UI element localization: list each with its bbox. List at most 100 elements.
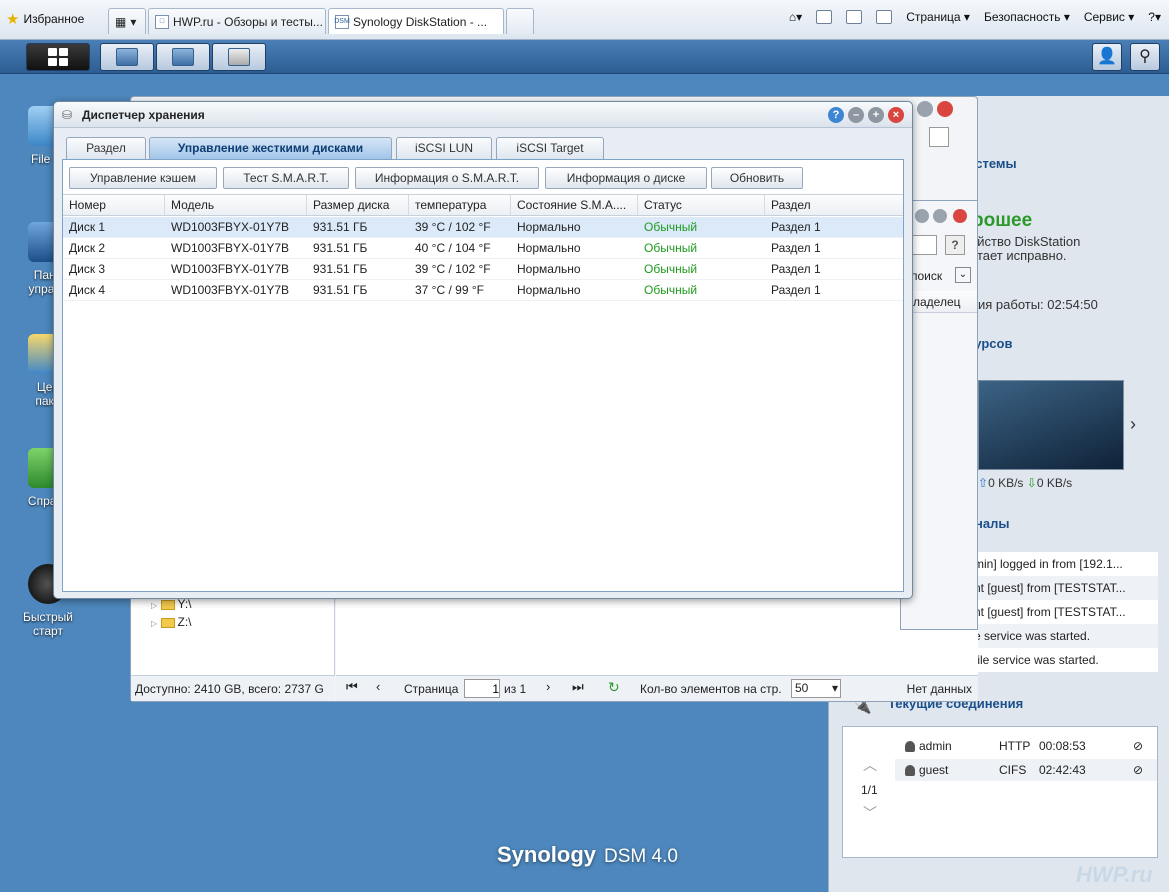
close-icon[interactable] [937, 101, 953, 117]
browser-toolbar: ★ Избранное ▦ ▾ □ HWP.ru - Обзоры и тесты… [0, 0, 1169, 40]
menu-security[interactable]: Безопасность ▾ [984, 10, 1070, 24]
uptime: ия работы: 02:54:50 [978, 297, 1098, 312]
tree-item-z[interactable]: ▷ Z:\ [151, 615, 192, 629]
cell-size: 931.51 ГБ [313, 283, 368, 297]
cell-number: Диск 3 [69, 262, 106, 276]
smart-test-button[interactable]: Тест S.M.A.R.T. [223, 167, 349, 189]
disconnect-icon[interactable]: ⊘ [1133, 759, 1143, 781]
column-header-volume[interactable]: Раздел [765, 195, 903, 216]
disconnect-icon[interactable]: ⊘ [1133, 735, 1143, 757]
taskbar-app-file-station[interactable] [156, 43, 210, 71]
cache-management-button[interactable]: Управление кэшем [69, 167, 217, 189]
connection-row[interactable]: guest CIFS 02:42:43 ⊘ [895, 759, 1157, 781]
help-icon[interactable]: ? [945, 235, 965, 255]
tab-label: Synology DiskStation - ... [353, 14, 488, 29]
cell-smart: Нормально [517, 283, 581, 297]
first-page-icon[interactable]: ⏮ [346, 679, 358, 695]
disk-info-button[interactable]: Информация о диске [545, 167, 707, 189]
disk-table: Номер Модель Размер диска температура Со… [63, 194, 903, 591]
favorites-button[interactable]: ★ Избранное [6, 10, 84, 28]
main-menu-button[interactable] [26, 43, 90, 71]
chevron-right-icon[interactable]: › [1130, 414, 1136, 435]
smart-info-button[interactable]: Информация о S.M.A.R.T. [355, 167, 539, 189]
dsm-favicon-icon: DSM [334, 14, 350, 29]
user-button[interactable]: 👤 [1092, 43, 1122, 71]
chevron-up-icon[interactable]: ︿ [863, 755, 877, 775]
folder-tree: ▷ Y:\ ▷ Z:\ [131, 595, 335, 675]
tab-label: HWP.ru - Обзоры и тесты... [173, 14, 323, 29]
close-icon[interactable]: × [888, 107, 904, 123]
last-page-icon[interactable]: ⏭ [572, 679, 584, 695]
star-icon: ★ [6, 11, 20, 28]
cell-status: Обычный [644, 262, 698, 276]
cell-model: WD1003FBYX-01Y7B [171, 283, 290, 297]
taskbar-app-storage-manager[interactable] [212, 43, 266, 71]
upload-arrow-icon: ⇧ [978, 476, 989, 490]
connections-page: 1/1 [861, 783, 878, 797]
tab-hdd-management[interactable]: Управление жесткими дисками [149, 137, 392, 160]
table-row[interactable]: Диск 1 WD1003FBYX-01Y7B 931.51 ГБ 39 °C / 1… [63, 217, 903, 238]
close-icon[interactable] [953, 209, 967, 223]
page-input[interactable] [464, 679, 500, 698]
column-header-model[interactable]: Модель [165, 195, 307, 216]
storage-status: Доступно: 2410 GB, всего: 2737 G [131, 675, 335, 701]
expand-icon[interactable]: ⌄ [955, 267, 971, 283]
rss-icon[interactable] [816, 10, 833, 24]
person-icon [905, 741, 915, 753]
search-button[interactable]: ⚲ [1130, 43, 1160, 71]
folder-icon [160, 599, 175, 610]
per-page-select[interactable]: 50 ▾ [791, 679, 841, 698]
taskbar-app-control-panel[interactable] [100, 43, 154, 71]
tree-item-y[interactable]: ▷ Y:\ [151, 597, 192, 611]
maximize-icon[interactable] [933, 209, 947, 223]
mail-icon[interactable] [846, 10, 863, 24]
home-icon[interactable]: ⌂▾ [789, 10, 802, 24]
menu-help[interactable]: ?▾ [1148, 10, 1161, 24]
no-data-label: Нет данных [906, 682, 972, 696]
column-header-number[interactable]: Номер [63, 195, 165, 216]
column-header-temperature[interactable]: температура [409, 195, 511, 216]
table-row[interactable]: Диск 4 WD1003FBYX-01Y7B 931.51 ГБ 37 °C / 9… [63, 280, 903, 301]
tab-iscsi-target[interactable]: iSCSI Target [496, 137, 604, 159]
window-titlebar[interactable]: ⛁ Диспетчер хранения [54, 102, 912, 128]
next-page-icon[interactable]: › [546, 679, 550, 694]
pager: ⏮ ‹ Страница из 1 › ⏭ ↻ Кол-во элементов… [336, 675, 978, 701]
column-header-smart-status[interactable]: Состояние S.M.A.... [511, 195, 638, 216]
connection-row[interactable]: admin HTTP 00:08:53 ⊘ [895, 735, 1157, 757]
path-input[interactable] [929, 127, 949, 147]
print-icon[interactable] [876, 10, 893, 24]
browser-tab-synology[interactable]: DSM Synology DiskStation - ... [328, 8, 504, 34]
cell-temperature: 37 °C / 99 °F [415, 283, 484, 297]
table-row[interactable]: Диск 2 WD1003FBYX-01Y7B 931.51 ГБ 40 °C / 1… [63, 238, 903, 259]
cell-temperature: 39 °C / 102 °F [415, 220, 491, 234]
tab-iscsi-lun[interactable]: iSCSI LUN [396, 137, 492, 159]
column-header-status[interactable]: Статус [638, 195, 765, 216]
cell-size: 931.51 ГБ [313, 220, 368, 234]
minimize-icon[interactable] [915, 209, 929, 223]
cell-status: Обычный [644, 241, 698, 255]
help-icon[interactable]: ? [828, 107, 844, 123]
cell-temperature: 40 °C / 104 °F [415, 241, 491, 255]
cell-size: 931.51 ГБ [313, 262, 368, 276]
cell-number: Диск 4 [69, 283, 106, 297]
resource-graph [978, 380, 1124, 470]
browser-tab-hwp[interactable]: □ HWP.ru - Обзоры и тесты... [148, 8, 326, 34]
prev-page-icon[interactable]: ‹ [376, 679, 380, 694]
window-title: Диспетчер хранения [82, 108, 205, 122]
refresh-icon[interactable]: ↻ [608, 679, 620, 696]
storage-icon: ⛁ [62, 108, 73, 122]
tab-volume[interactable]: Раздел [66, 137, 146, 159]
chevron-down-icon[interactable]: ﹀ [863, 803, 877, 823]
maximize-icon[interactable]: + [868, 107, 884, 123]
menu-tools[interactable]: Сервис ▾ [1084, 10, 1134, 24]
refresh-button[interactable]: Обновить [711, 167, 803, 189]
browser-command-bar: ⌂▾ Страница ▾ Безопасность ▾ Сервис ▾ ?▾ [789, 10, 1161, 24]
new-tab-button[interactable] [506, 8, 534, 34]
table-row[interactable]: Диск 3 WD1003FBYX-01Y7B 931.51 ГБ 39 °C / 1… [63, 259, 903, 280]
column-header-size[interactable]: Размер диска [307, 195, 409, 216]
storage-manager-window[interactable]: ⛁ Диспетчер хранения ? – + × Раздел Упра… [53, 101, 913, 599]
minimize-icon[interactable]: – [848, 107, 864, 123]
menu-page[interactable]: Страница ▾ [906, 10, 970, 24]
quick-tabs-button[interactable]: ▦ ▾ [108, 8, 146, 34]
minimize-icon[interactable] [917, 101, 933, 117]
